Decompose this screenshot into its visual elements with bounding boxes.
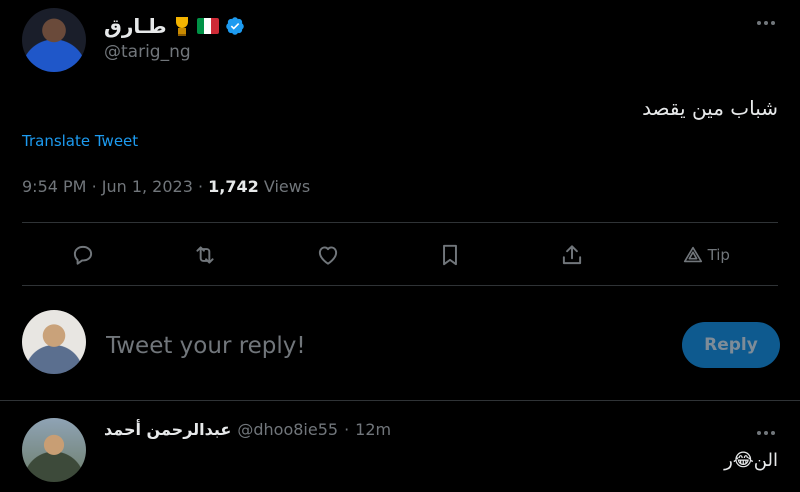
share-icon [563, 245, 582, 265]
reply-more-options-icon[interactable] [754, 424, 778, 442]
reply-text: الن😂ر [724, 450, 778, 471]
meta-separator: · [91, 177, 102, 196]
tweet-meta: 9:54 PM · Jun 1, 2023 · 1,742 Views [22, 177, 310, 196]
tweet-text: شباب مين يقصد [642, 96, 778, 120]
retweet-action[interactable] [192, 242, 218, 268]
italy-flag-icon [196, 18, 219, 34]
reply-author-name[interactable]: عبدالرحمن أحمد [104, 420, 231, 439]
author-handle[interactable]: @tarig_ng [104, 42, 191, 62]
tweet-header: طـارق @tarig_ng [0, 0, 800, 88]
divider [22, 285, 778, 286]
tweet-date[interactable]: Jun 1, 2023 [102, 177, 193, 196]
reply-separator: · [344, 420, 350, 439]
reply-button[interactable]: Reply [682, 322, 780, 368]
reply-author-avatar[interactable] [22, 418, 86, 482]
views-count[interactable]: 1,742 [208, 177, 259, 196]
share-action[interactable] [559, 242, 585, 268]
tip-icon [683, 246, 702, 263]
divider [0, 400, 800, 401]
reply-tweet[interactable]: عبدالرحمن أحمد @dhoo8ie55 · 12m الن😂ر [0, 402, 800, 492]
divider [22, 222, 778, 223]
translate-tweet-link[interactable]: Translate Tweet [22, 132, 138, 150]
meta-separator: · [197, 177, 209, 196]
bookmark-action[interactable] [437, 242, 463, 268]
reply-header: عبدالرحمن أحمد @dhoo8ie55 · 12m [104, 420, 391, 439]
tip-action[interactable]: Tip [682, 244, 730, 266]
more-options-icon[interactable] [754, 14, 778, 32]
current-user-avatar[interactable] [22, 310, 86, 374]
reply-input[interactable] [106, 326, 606, 366]
reply-composer: Reply [0, 296, 800, 400]
like-icon [318, 246, 337, 265]
action-bar: Tip [22, 228, 778, 282]
tip-label: Tip [707, 246, 730, 264]
like-action[interactable] [315, 242, 341, 268]
reply-icon [73, 245, 93, 265]
reply-time[interactable]: 12m [355, 420, 391, 439]
bookmark-icon [443, 244, 457, 266]
reply-author-handle[interactable]: @dhoo8ie55 [237, 420, 338, 439]
retweet-icon [196, 246, 214, 264]
author-avatar[interactable] [22, 8, 86, 72]
trophy-icon [173, 16, 191, 36]
reply-action[interactable] [70, 242, 96, 268]
views-label: Views [263, 177, 311, 196]
author-display-name[interactable]: طـارق [104, 14, 167, 38]
verified-badge-icon [225, 17, 244, 35]
tweet-time[interactable]: 9:54 PM [22, 177, 86, 196]
author-name-row: طـارق [104, 12, 245, 40]
